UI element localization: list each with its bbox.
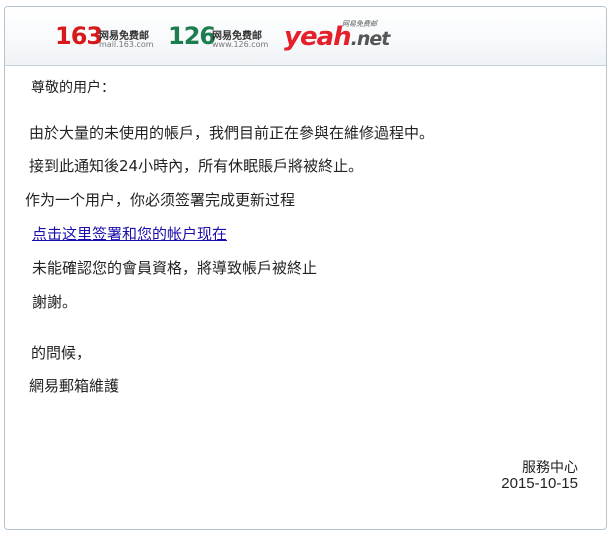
logo-126-domain: www.126.com	[212, 40, 269, 49]
logo-163-number: 163	[55, 22, 103, 50]
logo-yeah-tagline: 网易免费邮	[342, 20, 377, 28]
message-line-2: 接到此通知後24小時內，所有休眠賬戶將被終止。	[29, 157, 364, 175]
sign-account-link[interactable]: 点击这里签署和您的帐户现在	[32, 223, 227, 244]
logo-yeah: yeah.net 网易免费邮	[284, 20, 390, 54]
email-header: 163 网易免费邮 mail.163.com 126 网易免费邮 www.126…	[5, 7, 606, 66]
logo-126-number: 126	[168, 22, 216, 50]
message-date: 2015-10-15	[501, 475, 578, 492]
email-body: 尊敬的用户： 由於大量的未使用的帳戶，我們目前正在參與在維修過程中。 接到此通知…	[5, 67, 606, 529]
message-line-4: 未能確認您的會員資格，將導致帳戶被終止	[32, 259, 318, 277]
message-line-1: 由於大量的未使用的帳戶，我們目前正在參與在維修過程中。	[29, 124, 435, 142]
team-signature: 網易郵箱維護	[29, 377, 120, 395]
message-line-3: 作为一个用户，你必须签署完成更新过程	[25, 191, 296, 209]
regards-text: 的問候，	[31, 344, 92, 362]
greeting-text: 尊敬的用户：	[31, 80, 115, 96]
logo-163-domain: mail.163.com	[99, 40, 154, 49]
logo-163: 163 网易免费邮 mail.163.com	[55, 22, 165, 54]
logo-yeah-word-text: yeah	[284, 22, 352, 52]
email-window: 163 网易免费邮 mail.163.com 126 网易免费邮 www.126…	[4, 6, 607, 530]
logo-yeah-suffix: .net	[350, 28, 391, 50]
thanks-text: 謝謝。	[32, 293, 78, 311]
department-signature: 服務中心	[522, 460, 578, 476]
logo-126: 126 网易免费邮 www.126.com	[168, 22, 278, 54]
